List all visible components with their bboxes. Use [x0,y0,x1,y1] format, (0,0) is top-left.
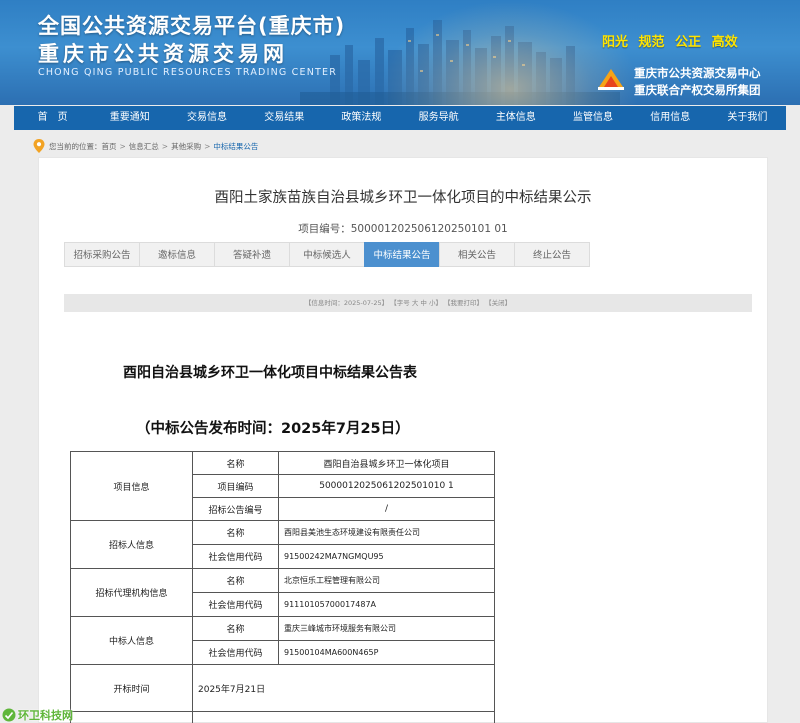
nav-item-credit[interactable]: 信用信息 [632,106,709,130]
tab-termination-notice[interactable]: 终止公告 [514,242,590,267]
nav-item-policies[interactable]: 政策法规 [323,106,400,130]
nav-item-service-guide[interactable]: 服务导航 [400,106,477,130]
org-name-secondary: 重庆联合产权交易所集团 [634,83,761,97]
table-row: 中标人信息 名称 重庆三峰城市环境服务有限公司 [70,616,495,665]
group-agency-info: 招标代理机构信息 [70,568,193,617]
site-title: 全国公共资源交易平台(重庆市) [38,14,346,38]
tab-award-result[interactable]: 中标结果公告 [364,242,440,267]
article-card: 酉阳土家族苗族自治县城乡环卫一体化项目的中标结果公示 项目编号：50000120… [38,157,768,723]
tab-related-notices[interactable]: 相关公告 [439,242,515,267]
tab-tender-notice[interactable]: 招标采购公告 [64,242,140,267]
field-value: 5000012025061202501010 1 [278,474,495,498]
table-row: 开标时间 2025年7月21日 [70,664,495,712]
site-banner: 全国公共资源交易平台(重庆市) 重庆市公共资源交易网 CHONG QING PU… [0,0,800,105]
site-slogan: 阳光 规范 公正 高效 [602,35,738,50]
nav-item-home[interactable]: 首 页 [14,106,91,130]
table-cell [192,711,495,723]
watermark-logo-icon [2,708,16,722]
breadcrumb-home-link[interactable]: 首页 [102,141,117,152]
field-label: 招标公告编号 [192,497,279,521]
close-link[interactable]: 【关闭】 [485,299,511,307]
breadcrumb-prefix: 您当前的位置： [49,141,102,151]
result-table-heading: 酉阳自治县城乡环卫一体化项目中标结果公告表 [123,365,417,381]
article-info-bar: 【信息时间：2025-07-25】 【字号 大 中 小】 【我要打印】 【关闭】 [64,294,752,312]
field-label: 社会信用代码 [192,640,279,665]
field-value: 2025年7月21日 [192,664,495,712]
print-link[interactable]: 【我要打印】 [444,299,483,307]
table-row [70,711,495,723]
field-value: 91500104MA600N465P [278,640,495,665]
main-nav: 首 页 重要通知 交易信息 交易结果 政策法规 服务导航 主体信息 监管信息 信… [14,106,786,130]
field-value: 北京恒乐工程管理有限公司 [278,568,495,593]
field-value: 91110105700017487A [278,592,495,617]
table-row: 项目信息 名称 酉阳自治县城乡环卫一体化项目 [70,451,495,521]
org-logo-icon [598,69,624,90]
font-size-control[interactable]: 【字号 大 中 小】 [390,299,442,307]
publish-time: 【信息时间：2025-07-25】 [304,299,389,307]
award-result-table: 项目信息 名称 酉阳自治县城乡环卫一体化项目 项目编码 500001202506… [70,451,495,723]
nav-item-trade-results[interactable]: 交易结果 [246,106,323,130]
breadcrumb: 您当前的位置： 首页 > 信息汇总 > 其他采购 > 中标结果公告 [14,137,258,155]
field-label: 名称 [192,568,279,593]
tab-qa-addendum[interactable]: 答疑补遗 [214,242,290,267]
breadcrumb-other-procurement-link[interactable]: 其他采购 [171,141,201,152]
site-title-english: CHONG QING PUBLIC RESOURCES TRADING CENT… [38,67,338,78]
group-bid-opening: 开标时间 [70,664,193,712]
publish-date-subheading: （中标公告发布时间：2025年7月25日） [136,421,410,437]
field-value: 重庆三峰城市环境服务有限公司 [278,616,495,641]
table-row: 招标人信息 名称 酉阳县美池生态环境建设有限责任公司 [70,520,495,569]
location-pin-icon [33,139,45,153]
field-label: 社会信用代码 [192,544,279,569]
watermark-text: 环卫科技网 [18,709,73,722]
field-label: 社会信用代码 [192,592,279,617]
tab-invitation-info[interactable]: 邀标信息 [139,242,215,267]
tab-candidates[interactable]: 中标候选人 [289,242,365,267]
field-label: 名称 [192,520,279,545]
article-title: 酉阳土家族苗族自治县城乡环卫一体化项目的中标结果公示 [214,190,592,206]
nav-item-trade-info[interactable]: 交易信息 [168,106,245,130]
nav-item-entity-info[interactable]: 主体信息 [477,106,554,130]
site-title-secondary: 重庆市公共资源交易网 [38,42,288,66]
field-value: / [278,497,495,521]
table-row: 招标代理机构信息 名称 北京恒乐工程管理有限公司 [70,568,495,617]
field-label: 项目编码 [192,474,279,498]
project-number: 项目编号：500001202506120250101 01 [298,223,508,235]
breadcrumb-separator: > [204,141,211,151]
nav-item-about[interactable]: 关于我们 [709,106,786,130]
notice-tabs: 招标采购公告 邀标信息 答疑补遗 中标候选人 中标结果公告 相关公告 终止公告 [64,242,590,267]
field-value: 91500242MA7NGMQU95 [278,544,495,569]
breadcrumb-separator: > [119,141,126,151]
breadcrumb-summary-link[interactable]: 信息汇总 [129,141,159,152]
field-label: 名称 [192,616,279,641]
breadcrumb-separator: > [161,141,169,151]
watermark: 环卫科技网 [0,707,73,723]
nav-item-supervision[interactable]: 监管信息 [554,106,631,130]
field-value: 酉阳自治县城乡环卫一体化项目 [278,451,495,475]
nav-item-notices[interactable]: 重要通知 [91,106,168,130]
breadcrumb-current: 中标结果公告 [213,141,259,151]
table-cell [70,711,193,723]
field-value: 酉阳县美池生态环境建设有限责任公司 [278,520,495,545]
field-label: 名称 [192,451,279,475]
group-tenderer-info: 招标人信息 [70,520,193,569]
org-name-primary: 重庆市公共资源交易中心 [634,66,761,80]
group-project-info: 项目信息 [70,451,193,521]
group-winner-info: 中标人信息 [70,616,193,665]
